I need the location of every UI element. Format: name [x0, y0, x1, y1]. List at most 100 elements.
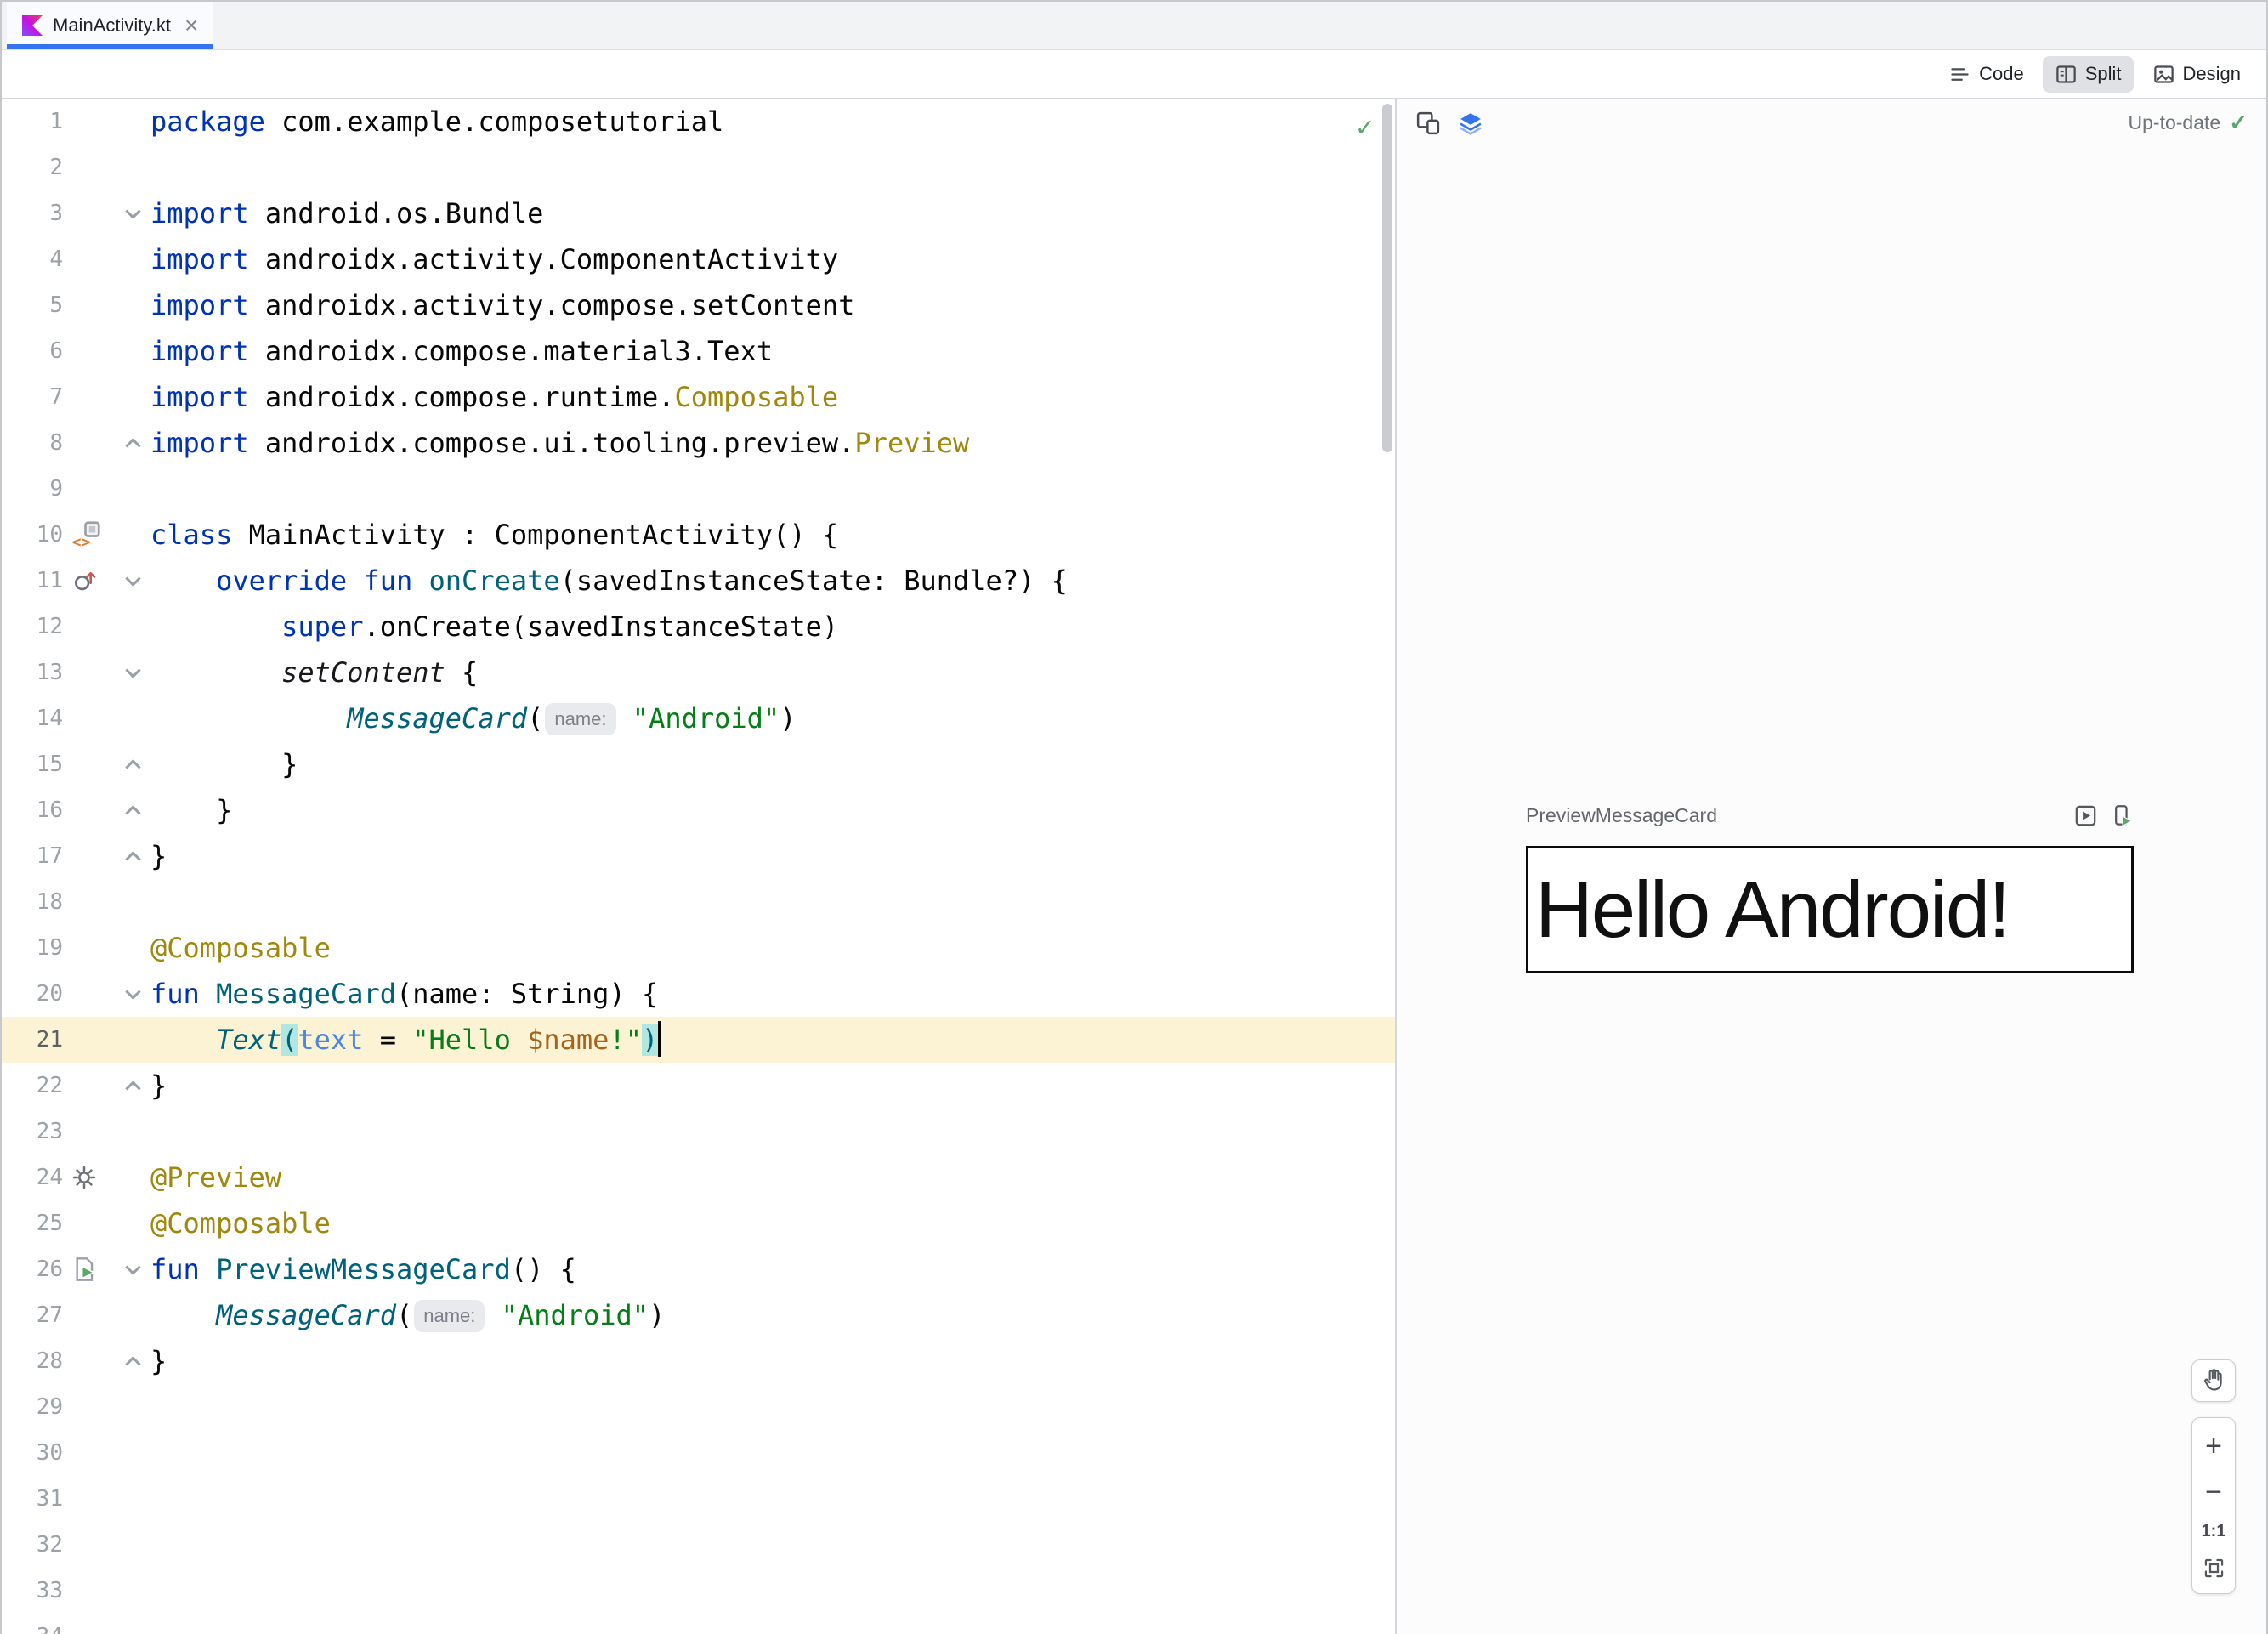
code-text[interactable]: }: [150, 833, 1395, 879]
code-line[interactable]: 20 fun MessageCard(name: String) {: [2, 971, 1395, 1017]
code-line[interactable]: 9: [2, 466, 1395, 512]
code-text[interactable]: fun MessageCard(name: String) {: [150, 971, 1395, 1017]
code-line[interactable]: 25 @Composable: [2, 1200, 1395, 1246]
code-line[interactable]: 33: [2, 1568, 1395, 1614]
line-number[interactable]: 8: [2, 420, 63, 466]
code-text[interactable]: [150, 1476, 1395, 1522]
code-text[interactable]: }: [150, 1338, 1395, 1384]
code-text[interactable]: class MainActivity : ComponentActivity()…: [150, 512, 1395, 558]
zoom-out-button[interactable]: −: [2205, 1478, 2222, 1506]
editor-scrollbar[interactable]: [1382, 104, 1392, 452]
code-line[interactable]: 19 @Composable: [2, 925, 1395, 971]
code-text[interactable]: import androidx.activity.ComponentActivi…: [150, 236, 1395, 282]
line-number[interactable]: 13: [2, 650, 63, 695]
inspections-status-icon[interactable]: ✓: [1357, 111, 1373, 143]
code-text[interactable]: [150, 1568, 1395, 1614]
code-line[interactable]: 14 MessageCard(name: "Android"): [2, 695, 1395, 741]
line-number[interactable]: 25: [2, 1200, 63, 1246]
line-number[interactable]: 11: [2, 558, 63, 604]
code-line[interactable]: 5 import androidx.activity.compose.setCon…: [2, 282, 1395, 328]
code-text[interactable]: Text(text = "Hello $name!"): [150, 1017, 1395, 1063]
code-line[interactable]: 15 }: [2, 741, 1395, 787]
code-line[interactable]: 1 package com.example.composetutorial: [2, 99, 1395, 145]
overriding-method-icon[interactable]: [63, 558, 116, 604]
code-text[interactable]: }: [150, 787, 1395, 833]
code-text[interactable]: import androidx.compose.ui.tooling.previ…: [150, 420, 1395, 466]
line-number[interactable]: 18: [2, 879, 63, 925]
code-line[interactable]: 10 <> class MainActivity : ComponentActivi…: [2, 512, 1395, 558]
layers-icon[interactable]: [1458, 111, 1483, 136]
fold-marker[interactable]: [116, 971, 150, 1017]
code-line[interactable]: 4 import androidx.activity.ComponentActiv…: [2, 236, 1395, 282]
code-text[interactable]: }: [150, 1063, 1395, 1109]
zoom-actual-size-button[interactable]: 1:1: [2202, 1523, 2226, 1540]
code-line[interactable]: 30: [2, 1430, 1395, 1476]
code-line[interactable]: 31: [2, 1476, 1395, 1522]
close-tab-icon[interactable]: ×: [184, 14, 198, 37]
code-text[interactable]: [150, 1384, 1395, 1430]
code-text[interactable]: MessageCard(name: "Android"): [150, 695, 1395, 741]
code-line[interactable]: 8 import androidx.compose.ui.tooling.prev…: [2, 420, 1395, 466]
line-number[interactable]: 4: [2, 236, 63, 282]
line-number[interactable]: 23: [2, 1109, 63, 1155]
code-text[interactable]: [150, 1614, 1395, 1634]
code-line[interactable]: 13 setContent {: [2, 650, 1395, 695]
line-number[interactable]: 14: [2, 695, 63, 741]
code-editor[interactable]: 1 package com.example.composetutorial 2 3 im…: [2, 99, 1395, 1634]
code-text[interactable]: setContent {: [150, 650, 1395, 695]
fold-marker[interactable]: [116, 190, 150, 236]
code-line[interactable]: 7 import androidx.compose.runtime.Composa…: [2, 374, 1395, 420]
line-number[interactable]: 22: [2, 1063, 63, 1109]
line-number[interactable]: 9: [2, 466, 63, 512]
code-line[interactable]: 22}: [2, 1063, 1395, 1109]
code-text[interactable]: fun PreviewMessageCard() {: [150, 1246, 1395, 1292]
code-line[interactable]: 17}: [2, 833, 1395, 879]
zoom-in-button[interactable]: +: [2205, 1432, 2222, 1461]
line-number[interactable]: 6: [2, 328, 63, 374]
interactive-preview-icon[interactable]: [2074, 804, 2097, 827]
code-line[interactable]: 27 MessageCard(name: "Android"): [2, 1292, 1395, 1338]
code-line[interactable]: 26 fun PreviewMessageCard() {: [2, 1246, 1395, 1292]
code-text[interactable]: @Preview: [150, 1155, 1395, 1200]
run-preview-on-device-icon[interactable]: [2111, 804, 2134, 827]
fold-marker[interactable]: [116, 741, 150, 787]
fold-marker[interactable]: [116, 1063, 150, 1109]
fold-marker[interactable]: [116, 787, 150, 833]
code-line[interactable]: 34: [2, 1614, 1395, 1634]
code-line[interactable]: 12 super.onCreate(savedInstanceState): [2, 604, 1395, 650]
code-view-button[interactable]: Code: [1936, 56, 2036, 93]
line-number[interactable]: 2: [2, 145, 63, 190]
code-line[interactable]: 28}: [2, 1338, 1395, 1384]
line-number[interactable]: 28: [2, 1338, 63, 1384]
fold-marker[interactable]: [116, 650, 150, 695]
line-number[interactable]: 19: [2, 925, 63, 971]
line-number[interactable]: 32: [2, 1522, 63, 1568]
fold-marker[interactable]: [116, 420, 150, 466]
code-text[interactable]: [150, 879, 1395, 925]
code-line[interactable]: 21 Text(text = "Hello $name!"): [2, 1017, 1395, 1063]
line-number[interactable]: 12: [2, 604, 63, 650]
code-line[interactable]: 6 import androidx.compose.material3.Text: [2, 328, 1395, 374]
code-text[interactable]: @Composable: [150, 1200, 1395, 1246]
line-number[interactable]: 24: [2, 1155, 63, 1200]
code-line[interactable]: 29: [2, 1384, 1395, 1430]
code-text[interactable]: import androidx.compose.runtime.Composab…: [150, 374, 1395, 420]
ui-check-mode-icon[interactable]: [1415, 111, 1441, 136]
line-number[interactable]: 30: [2, 1430, 63, 1476]
line-number[interactable]: 17: [2, 833, 63, 879]
code-text[interactable]: import androidx.compose.material3.Text: [150, 328, 1395, 374]
run-preview-icon[interactable]: [63, 1246, 116, 1292]
code-line[interactable]: 23: [2, 1109, 1395, 1155]
preview-settings-icon[interactable]: [63, 1155, 116, 1200]
code-line[interactable]: 16 }: [2, 787, 1395, 833]
fold-marker[interactable]: [116, 833, 150, 879]
line-number[interactable]: 1: [2, 99, 63, 145]
code-line[interactable]: 2: [2, 145, 1395, 190]
line-number[interactable]: 26: [2, 1246, 63, 1292]
line-number[interactable]: 34: [2, 1614, 63, 1634]
split-view-button[interactable]: Split: [2042, 55, 2134, 93]
design-view-button[interactable]: Design: [2140, 56, 2253, 93]
line-number[interactable]: 16: [2, 787, 63, 833]
code-text[interactable]: MessageCard(name: "Android"): [150, 1292, 1395, 1338]
pan-tool-button[interactable]: [2191, 1359, 2236, 1402]
